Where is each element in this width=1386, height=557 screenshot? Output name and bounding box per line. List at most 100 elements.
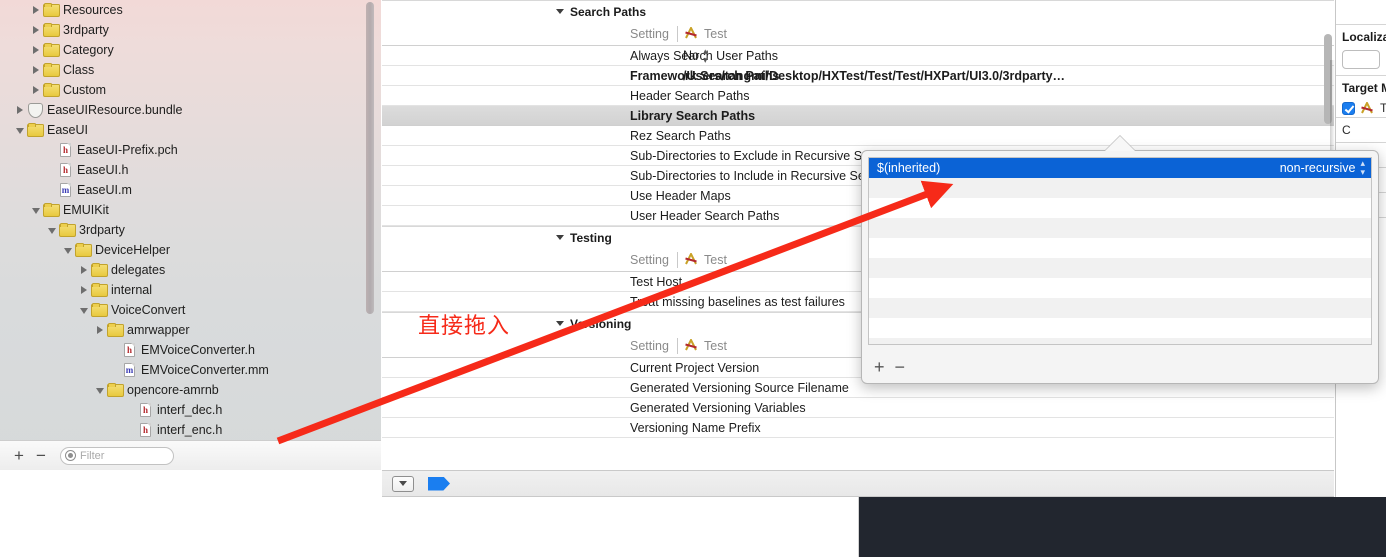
tree-item-label: interf_enc.h	[157, 423, 223, 437]
toggle-console-button[interactable]	[392, 475, 414, 492]
setting-value[interactable]: /Users/tangmi/Desktop/HXTest/Test/Test/H…	[677, 69, 1334, 83]
settings-row[interactable]: Generated Versioning Variables	[382, 398, 1334, 418]
settings-row[interactable]: Library Search Paths	[382, 106, 1334, 126]
chevron-down-icon[interactable]	[14, 124, 27, 137]
remove-file-button[interactable]: −	[30, 446, 52, 465]
tree-row[interactable]: 3rdparty	[0, 20, 381, 40]
xcode-target-icon	[1360, 101, 1375, 115]
setting-name: Generated Versioning Source Filename	[630, 380, 849, 395]
settings-group-header[interactable]: Search Paths	[382, 0, 1334, 22]
chevron-down-icon[interactable]	[46, 224, 59, 237]
search-path-empty-row[interactable]	[869, 258, 1371, 278]
tree-row[interactable]: DeviceHelper	[0, 240, 381, 260]
folder-icon	[107, 383, 124, 397]
project-navigator[interactable]: Resources 3rdparty Category Class Custom Ease…	[0, 0, 381, 470]
column-header-target-label: Test	[704, 252, 727, 267]
tree-row[interactable]: delegates	[0, 260, 381, 280]
tree-row[interactable]: h EaseUI.h	[0, 160, 381, 180]
chevron-right-icon[interactable]	[30, 44, 43, 57]
tree-row[interactable]: m EaseUI.m	[0, 180, 381, 200]
tree-row[interactable]: amrwapper	[0, 320, 381, 340]
tree-row[interactable]: m EMVoiceConverter.mm	[0, 360, 381, 380]
search-path-item[interactable]: $(inherited) non-recursive ▴ ▾	[869, 158, 1371, 178]
popover-toolbar[interactable]: + −	[868, 357, 905, 378]
chevron-right-icon[interactable]	[94, 324, 107, 337]
tree-row[interactable]: EaseUIResource.bundle	[0, 100, 381, 120]
search-path-empty-row[interactable]	[869, 198, 1371, 218]
navigator-filter-field[interactable]: Filter	[60, 446, 174, 465]
chevron-down-icon[interactable]	[78, 304, 91, 317]
search-path-empty-row[interactable]	[869, 298, 1371, 318]
search-path-empty-row[interactable]	[869, 178, 1371, 198]
tree-row[interactable]: h EMVoiceConverter.h	[0, 340, 381, 360]
chevron-right-icon[interactable]	[30, 84, 43, 97]
h-file-icon: h	[139, 423, 152, 437]
search-path-empty-row[interactable]	[869, 338, 1371, 344]
chevron-right-icon[interactable]	[14, 104, 27, 117]
navigator-scrollbar[interactable]	[366, 2, 374, 314]
project-file-tree[interactable]: Resources 3rdparty Category Class Custom Ease…	[0, 0, 381, 470]
setting-value[interactable]: No ▴ ▾	[677, 46, 1334, 65]
settings-row[interactable]: Rez Search Paths	[382, 126, 1334, 146]
tree-item-label: EMVoiceConverter.h	[141, 343, 255, 357]
settings-row[interactable]: Versioning Name Prefix	[382, 418, 1334, 438]
mode-stepper-icon[interactable]: ▴ ▾	[1360, 159, 1365, 177]
settings-row[interactable]: Header Search Paths	[382, 86, 1334, 106]
tree-row[interactable]: h interf_enc.h	[0, 420, 381, 440]
search-path-empty-row[interactable]	[869, 238, 1371, 258]
chevron-down-icon[interactable]	[62, 244, 75, 257]
tree-row[interactable]: Class	[0, 60, 381, 80]
popover-remove-button[interactable]: −	[895, 357, 906, 378]
target-membership-row[interactable]: T	[1336, 99, 1386, 117]
editor-bottom-bar[interactable]	[382, 470, 1334, 497]
folder-icon	[91, 263, 108, 277]
xcode-target-icon	[684, 27, 699, 40]
target-membership-checkbox[interactable]	[1342, 101, 1355, 115]
search-path-mode-label: non-recursive	[1279, 161, 1356, 175]
chevron-right-icon[interactable]	[78, 264, 91, 277]
tree-row[interactable]: 3rdparty	[0, 220, 381, 240]
tree-row[interactable]: h interf_dec.h	[0, 400, 381, 420]
chevron-right-icon[interactable]	[30, 64, 43, 77]
tree-row[interactable]: h EaseUI-Prefix.pch	[0, 140, 381, 160]
tree-item-label: EaseUI.h	[77, 163, 129, 177]
chevron-down-icon	[399, 481, 407, 486]
column-header-setting: Setting	[630, 252, 669, 267]
search-paths-list[interactable]: $(inherited) non-recursive ▴ ▾	[868, 157, 1372, 345]
folder-icon	[91, 303, 108, 317]
search-path-empty-row[interactable]	[869, 318, 1371, 338]
localization-field[interactable]	[1342, 50, 1380, 69]
tree-row[interactable]: Category	[0, 40, 381, 60]
tree-item-label: Class	[63, 63, 95, 77]
column-header-setting: Setting	[630, 26, 669, 41]
tree-row[interactable]: EaseUI	[0, 120, 381, 140]
settings-group-title: Search Paths	[570, 4, 647, 19]
popover-add-button[interactable]: +	[874, 357, 885, 378]
value-stepper-icon[interactable]: ▴ ▾	[703, 46, 708, 65]
navigator-bottom-bar[interactable]: + − Filter	[0, 440, 381, 470]
target-membership-label: T	[1380, 101, 1386, 115]
tree-row[interactable]: Resources	[0, 0, 381, 20]
chevron-right-icon[interactable]	[30, 4, 43, 17]
chevron-down-icon[interactable]	[94, 384, 107, 397]
search-path-empty-row[interactable]	[869, 218, 1371, 238]
xcode-target-icon	[684, 339, 699, 352]
chevron-right-icon[interactable]	[78, 284, 91, 297]
tree-row[interactable]: opencore-amrnb	[0, 380, 381, 400]
tree-row[interactable]: EMUIKit	[0, 200, 381, 220]
tree-row[interactable]: internal	[0, 280, 381, 300]
chevron-right-icon[interactable]	[30, 24, 43, 37]
tree-item-label: Resources	[63, 3, 123, 17]
library-search-paths-popover[interactable]: $(inherited) non-recursive ▴ ▾ + −	[861, 150, 1379, 384]
search-path-empty-row[interactable]	[869, 278, 1371, 298]
tree-row[interactable]: VoiceConvert	[0, 300, 381, 320]
tree-row[interactable]: Custom	[0, 80, 381, 100]
search-path-mode[interactable]: non-recursive ▴ ▾	[1280, 159, 1365, 177]
localization-header: Localizat	[1342, 30, 1386, 44]
settings-row[interactable]: Framework Search Paths/Users/tangmi/Desk…	[382, 66, 1334, 86]
settings-row[interactable]: Always Search User Paths No ▴ ▾	[382, 46, 1334, 66]
setting-name: Rez Search Paths	[630, 128, 731, 143]
chevron-down-icon[interactable]	[30, 204, 43, 217]
add-file-button[interactable]: +	[8, 446, 30, 465]
